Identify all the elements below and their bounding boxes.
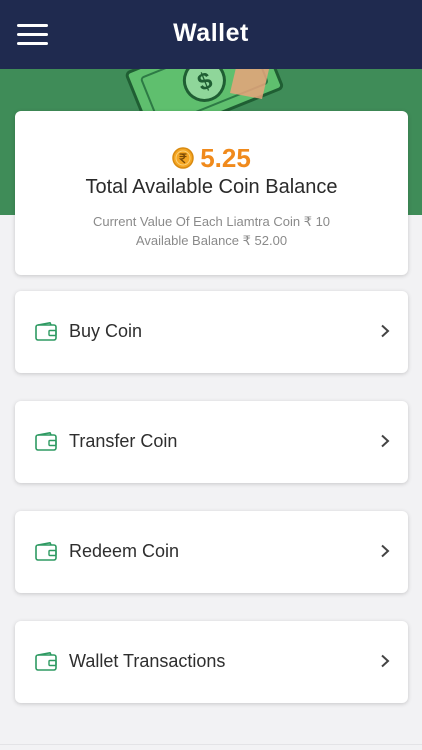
balance-title: Total Available Coin Balance [85,176,338,198]
bottom-divider [0,744,422,745]
chevron-right-icon [381,434,390,448]
page-title: Wallet [173,19,249,47]
coin-balance-value: 5.25 [200,142,251,173]
wallet-icon [35,542,57,561]
wallet-transactions-label: Wallet Transactions [69,651,226,671]
coin-balance-card: 5.25 Total Available Coin Balance Curren… [15,111,408,275]
chevron-right-icon [381,654,390,668]
buy-coin-item[interactable]: Buy Coin [15,291,408,373]
transfer-coin-item[interactable]: Transfer Coin [15,401,408,483]
redeem-coin-label: Redeem Coin [69,541,180,561]
app-header: Wallet [0,0,422,69]
transfer-coin-label: Transfer Coin [69,431,178,451]
wallet-icon [35,652,57,671]
wallet-icon [35,432,57,451]
chevron-right-icon [381,324,390,338]
available-balance-text: Available Balance ₹ 52.00 [135,233,288,248]
rupee-coin-icon [172,147,194,169]
redeem-coin-item[interactable]: Redeem Coin [15,511,408,593]
chevron-right-icon [381,544,390,558]
buy-coin-label: Buy Coin [69,321,143,341]
wallet-transactions-item[interactable]: Wallet Transactions [15,621,408,703]
coin-rate-text: Current Value Of Each Liamtra Coin ₹ 10 [92,214,331,229]
wallet-icon [35,322,57,341]
